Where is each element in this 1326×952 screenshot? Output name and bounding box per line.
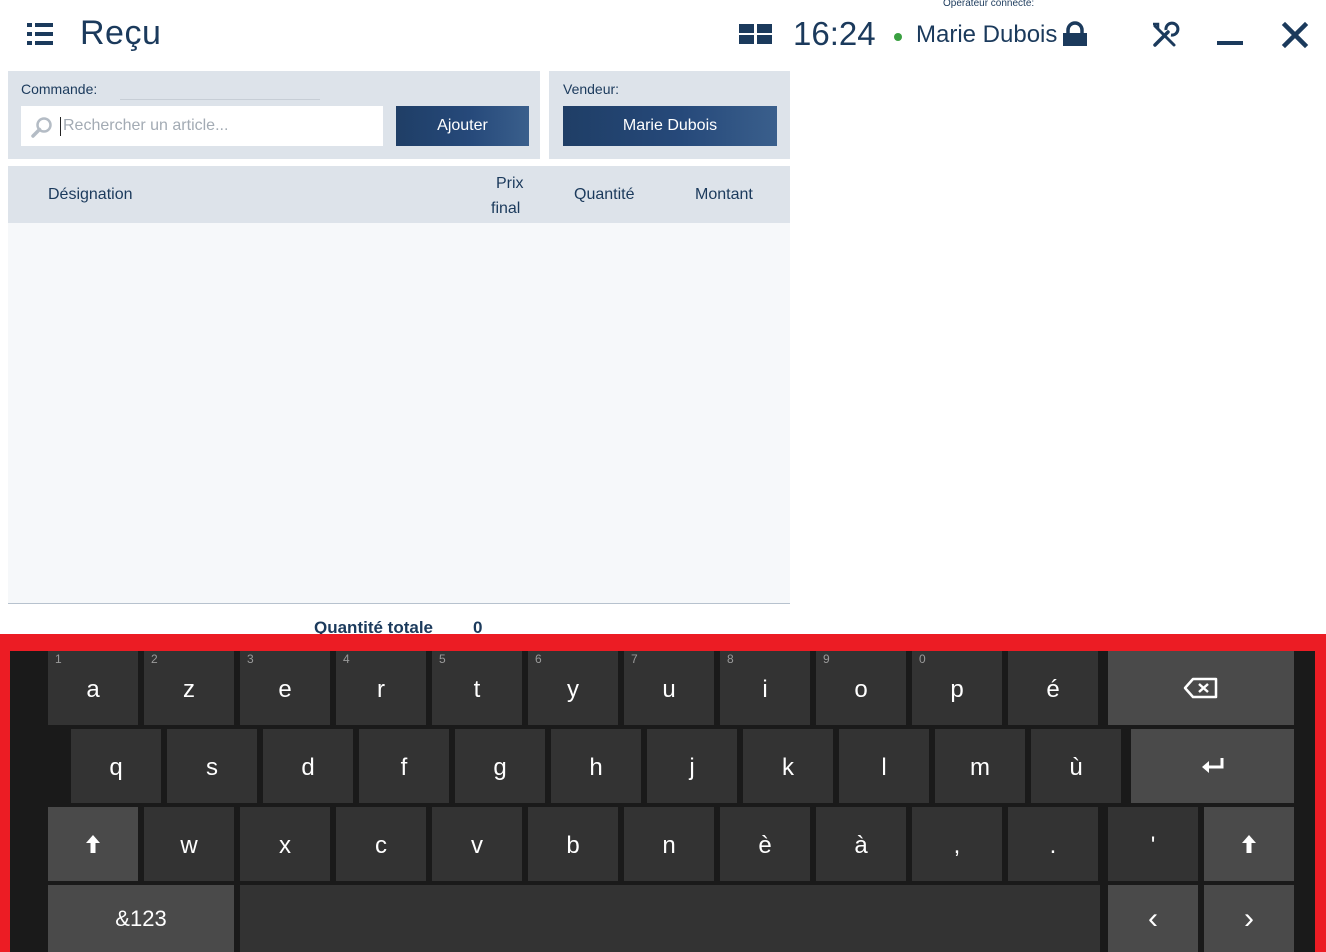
shift-key-right[interactable] [1204, 807, 1294, 881]
items-list[interactable] [8, 223, 790, 604]
key-k[interactable]: k [743, 729, 833, 803]
space-bar[interactable] [240, 885, 1100, 952]
tiles-icon[interactable] [739, 24, 772, 44]
enter-icon [1201, 758, 1223, 773]
key-l[interactable]: l [839, 729, 929, 803]
enter-key[interactable] [1131, 729, 1294, 803]
key-w[interactable]: w [144, 807, 234, 881]
text-caret [60, 117, 61, 136]
keyboard-keys-area: 1a 2z 3e 4r 5t 6y 7u 8i 9o 0p é q s d f … [10, 651, 1315, 952]
key-i[interactable]: 8i [720, 651, 810, 725]
lock-icon[interactable] [1060, 20, 1090, 50]
key-p[interactable]: 0p [912, 651, 1002, 725]
key-u-grave[interactable]: ù [1031, 729, 1121, 803]
key-j[interactable]: j [647, 729, 737, 803]
key-f[interactable]: f [359, 729, 449, 803]
key-z[interactable]: 2z [144, 651, 234, 725]
pos-window: Reçu 16:24 Opérateur connecté: Marie Dub… [0, 0, 1326, 952]
search-box[interactable] [21, 106, 383, 146]
key-a[interactable]: 1a [48, 651, 138, 725]
column-final-price-line1[interactable]: Prix [496, 175, 524, 193]
seller-label: Vendeur: [563, 81, 620, 97]
key-u[interactable]: 7u [624, 651, 714, 725]
operator-label: Opérateur connecté: [943, 0, 1035, 9]
column-designation[interactable]: Désignation [48, 186, 133, 204]
search-input[interactable] [63, 106, 379, 146]
close-icon[interactable] [1280, 20, 1310, 50]
column-amount[interactable]: Montant [695, 186, 753, 204]
key-c[interactable]: c [336, 807, 426, 881]
on-screen-keyboard: 1a 2z 3e 4r 5t 6y 7u 8i 9o 0p é q s d f … [0, 634, 1326, 952]
key-m[interactable]: m [935, 729, 1025, 803]
key-g[interactable]: g [455, 729, 545, 803]
right-arrow-key[interactable]: › [1204, 885, 1294, 952]
seller-button[interactable]: Marie Dubois [563, 106, 777, 146]
key-apostrophe[interactable]: ' [1108, 807, 1198, 881]
online-status-dot [894, 33, 902, 41]
table-header: Désignation Prix final Quantité Montant [8, 166, 790, 223]
key-h[interactable]: h [551, 729, 641, 803]
tools-icon[interactable] [1150, 20, 1180, 50]
key-o[interactable]: 9o [816, 651, 906, 725]
column-quantity[interactable]: Quantité [574, 186, 634, 204]
minimize-icon[interactable] [1215, 20, 1245, 50]
key-period[interactable]: . [1008, 807, 1098, 881]
key-y[interactable]: 6y [528, 651, 618, 725]
key-s[interactable]: s [167, 729, 257, 803]
key-q[interactable]: q [71, 729, 161, 803]
page-title: Reçu [80, 14, 162, 52]
key-v[interactable]: v [432, 807, 522, 881]
key-x[interactable]: x [240, 807, 330, 881]
key-e[interactable]: 3e [240, 651, 330, 725]
key-e-acute[interactable]: é [1008, 651, 1098, 725]
key-a-grave[interactable]: à [816, 807, 906, 881]
backspace-icon [1183, 677, 1218, 699]
column-final-price-line2[interactable]: final [491, 200, 520, 218]
key-e-grave[interactable]: è [720, 807, 810, 881]
key-n[interactable]: n [624, 807, 714, 881]
order-number-field[interactable] [120, 99, 320, 100]
order-label: Commande: [21, 81, 98, 97]
hamburger-menu-icon[interactable] [27, 23, 53, 45]
key-comma[interactable]: , [912, 807, 1002, 881]
symbols-key[interactable]: &123 [48, 885, 234, 952]
clock: 16:24 [793, 15, 876, 52]
key-b[interactable]: b [528, 807, 618, 881]
key-r[interactable]: 4r [336, 651, 426, 725]
shift-arrow-icon [1242, 835, 1256, 853]
left-arrow-key[interactable]: ‹ [1108, 885, 1198, 952]
key-d[interactable]: d [263, 729, 353, 803]
shift-arrow-icon [86, 835, 100, 853]
search-icon [31, 117, 52, 138]
backspace-key[interactable] [1108, 651, 1294, 725]
add-button[interactable]: Ajouter [396, 106, 529, 146]
key-t[interactable]: 5t [432, 651, 522, 725]
operator-name[interactable]: Marie Dubois [916, 21, 1057, 49]
shift-key-left[interactable] [48, 807, 138, 881]
